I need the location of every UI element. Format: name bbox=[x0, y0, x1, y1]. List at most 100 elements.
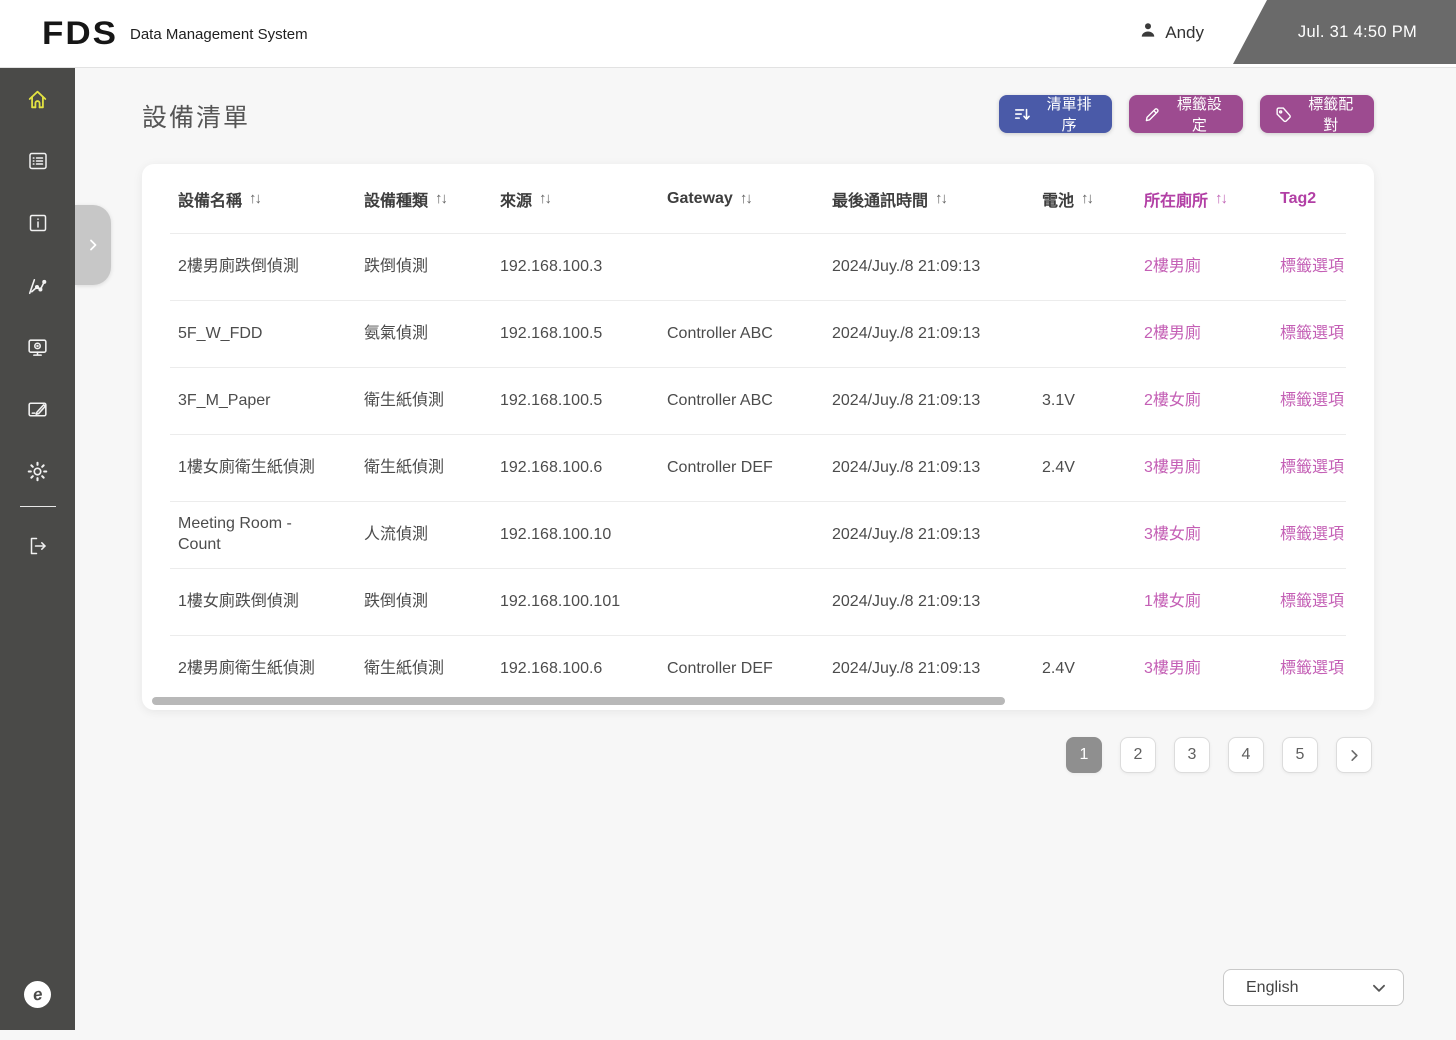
sidebar-item-device-list[interactable] bbox=[0, 130, 75, 192]
pagination: 12345 bbox=[1066, 737, 1372, 773]
user-icon bbox=[1138, 20, 1158, 45]
cell-last-comm: 2024/Juy./8 21:09:13 bbox=[832, 659, 981, 677]
page-button-2[interactable]: 2 bbox=[1120, 737, 1156, 773]
cell-gateway bbox=[659, 594, 824, 610]
table-row: 1樓女廁衛生紙偵測 衛生紙偵測 192.168.100.6 Controller DE… bbox=[170, 434, 1346, 501]
table-row: 2樓男廁跌倒偵測 跌倒偵測 192.168.100.3 2024/Juy./8 21:… bbox=[170, 233, 1346, 300]
cell-battery: 2.4V bbox=[1042, 458, 1075, 476]
cell-source: 192.168.100.6 bbox=[500, 458, 603, 476]
cell-toilet[interactable]: 3樓男廁 bbox=[1136, 450, 1272, 487]
language-select[interactable]: English bbox=[1223, 969, 1404, 1006]
cell-name: 5F_W_FDD bbox=[178, 324, 263, 342]
sidebar-item-logout[interactable] bbox=[0, 515, 75, 577]
cell-toilet[interactable]: 3樓男廁 bbox=[1136, 651, 1272, 688]
datetime-banner: Jul. 31 4:50 PM bbox=[1233, 0, 1456, 64]
cell-gateway: Controller ABC bbox=[667, 324, 773, 342]
column-label: 來源 bbox=[500, 192, 533, 210]
column-label: 設備種類 bbox=[364, 192, 429, 210]
page-title: 設備清單 bbox=[142, 104, 251, 132]
tag-settings-button[interactable]: 標籤設定 bbox=[1129, 95, 1243, 134]
column-header-battery[interactable]: 電池 ↑↓ bbox=[1034, 187, 1136, 211]
cell-tag2[interactable]: 標籤選項 bbox=[1272, 584, 1346, 621]
pencil-icon bbox=[1145, 108, 1159, 122]
cell-toilet[interactable]: 3樓女廁 bbox=[1136, 517, 1272, 554]
list-sort-button[interactable]: 清單排序 bbox=[999, 95, 1112, 134]
cell-last-comm: 2024/Juy./8 21:09:13 bbox=[832, 458, 981, 476]
app-window: FDS Data Management System Andy Jul. 31 … bbox=[0, 0, 1456, 1040]
sidebar-brand: e bbox=[0, 981, 75, 1008]
cell-last-comm: 2024/Juy./8 21:09:13 bbox=[832, 592, 981, 610]
home-icon bbox=[28, 90, 47, 108]
sidebar-item-edit-board[interactable] bbox=[0, 378, 75, 440]
column-header-name[interactable]: 設備名稱 ↑↓ bbox=[170, 187, 356, 211]
user-menu[interactable]: Andy bbox=[1138, 20, 1204, 45]
brand-logo-icon: e bbox=[24, 981, 51, 1008]
cell-gateway bbox=[659, 527, 824, 543]
table-body: 2樓男廁跌倒偵測 跌倒偵測 192.168.100.3 2024/Juy./8 21:… bbox=[170, 233, 1346, 701]
gear-icon bbox=[27, 461, 48, 481]
cell-last-comm: 2024/Juy./8 21:09:13 bbox=[832, 525, 981, 543]
sidebar-expand-handle[interactable] bbox=[75, 205, 111, 285]
cell-tag2[interactable]: 標籤選項 bbox=[1272, 383, 1346, 420]
column-label: Gateway bbox=[667, 189, 733, 207]
sort-arrows-icon: ↑↓ bbox=[249, 190, 262, 207]
chevron-down-icon bbox=[1373, 984, 1385, 992]
fds-logo: FDS bbox=[42, 15, 118, 52]
cell-tag2[interactable]: 標籤選項 bbox=[1272, 517, 1346, 554]
cell-toilet[interactable]: 1樓女廁 bbox=[1136, 584, 1272, 621]
column-header-type[interactable]: 設備種類 ↑↓ bbox=[356, 187, 492, 211]
page-button-3[interactable]: 3 bbox=[1174, 737, 1210, 773]
cell-tag2[interactable]: 標籤選項 bbox=[1272, 450, 1346, 487]
sort-arrows-icon: ↑↓ bbox=[739, 190, 753, 207]
page-button-1[interactable]: 1 bbox=[1066, 737, 1102, 773]
horizontal-scrollbar-thumb[interactable] bbox=[152, 697, 1005, 705]
cell-toilet[interactable]: 2樓男廁 bbox=[1136, 249, 1272, 286]
cell-type: 衛生紙偵測 bbox=[364, 458, 445, 476]
cell-tag2[interactable]: 標籤選項 bbox=[1272, 316, 1346, 353]
cell-name: 3F_M_Paper bbox=[178, 391, 271, 409]
edit-icon bbox=[28, 401, 47, 417]
column-header-last-comm[interactable]: 最後通訊時間 ↑↓ bbox=[824, 187, 1034, 211]
cell-battery bbox=[1034, 594, 1136, 610]
tag-pairing-button[interactable]: 標籤配對 bbox=[1260, 95, 1374, 134]
app-title: Data Management System bbox=[130, 26, 308, 43]
cell-source: 192.168.100.101 bbox=[500, 592, 621, 610]
column-label: 設備名稱 bbox=[178, 192, 243, 210]
sort-arrows-icon: ↑↓ bbox=[539, 190, 552, 207]
next-page-button[interactable] bbox=[1336, 737, 1372, 773]
line-chart-icon bbox=[28, 278, 47, 294]
cell-name: 1樓女廁跌倒偵測 bbox=[178, 592, 299, 610]
cell-name: Meeting Room - Count bbox=[178, 515, 292, 553]
language-selected-value: English bbox=[1246, 978, 1299, 996]
cell-last-comm: 2024/Juy./8 21:09:13 bbox=[832, 391, 981, 409]
column-header-toilet[interactable]: 所在廁所 ↑↓ bbox=[1136, 187, 1272, 211]
cell-toilet[interactable]: 2樓男廁 bbox=[1136, 316, 1272, 353]
sort-descending-icon bbox=[1014, 108, 1030, 120]
column-header-gateway[interactable]: Gateway ↑↓ bbox=[659, 190, 824, 208]
cell-gateway: Controller ABC bbox=[667, 391, 773, 409]
page-button-5[interactable]: 5 bbox=[1282, 737, 1318, 773]
cell-tag2[interactable]: 標籤選項 bbox=[1272, 249, 1346, 286]
page-button-4[interactable]: 4 bbox=[1228, 737, 1264, 773]
cell-source: 192.168.100.3 bbox=[500, 257, 603, 275]
cell-gateway: Controller DEF bbox=[667, 659, 773, 677]
table-row: Meeting Room - Count 人流偵測 192.168.100.10 20… bbox=[170, 501, 1346, 568]
cell-tag2[interactable]: 標籤選項 bbox=[1272, 651, 1346, 688]
pagination-pages: 12345 bbox=[1066, 737, 1318, 773]
cell-toilet[interactable]: 2樓女廁 bbox=[1136, 383, 1272, 420]
cell-battery: 2.4V bbox=[1042, 659, 1075, 677]
list-icon bbox=[28, 152, 47, 170]
column-label: 最後通訊時間 bbox=[832, 192, 929, 210]
sidebar-item-home[interactable] bbox=[0, 68, 75, 130]
sidebar-item-info[interactable] bbox=[0, 192, 75, 254]
cell-type: 跌倒偵測 bbox=[364, 592, 429, 610]
chevron-right-icon bbox=[1350, 749, 1358, 761]
sidebar-item-monitor[interactable] bbox=[0, 316, 75, 378]
sidebar-item-settings[interactable] bbox=[0, 440, 75, 502]
column-header-source[interactable]: 來源 ↑↓ bbox=[492, 187, 659, 211]
cell-type: 人流偵測 bbox=[364, 525, 429, 543]
sidebar-item-analytics[interactable] bbox=[0, 254, 75, 316]
cell-battery bbox=[1034, 259, 1136, 275]
device-table-card: 設備名稱 ↑↓ 設備種類 ↑↓ 來源 ↑↓ Gateway ↑↓ 最後通訊時間 ↑↓ 電池 ↑↓ 所在廁… bbox=[142, 164, 1374, 710]
datetime-text: Jul. 31 4:50 PM bbox=[1297, 22, 1418, 41]
